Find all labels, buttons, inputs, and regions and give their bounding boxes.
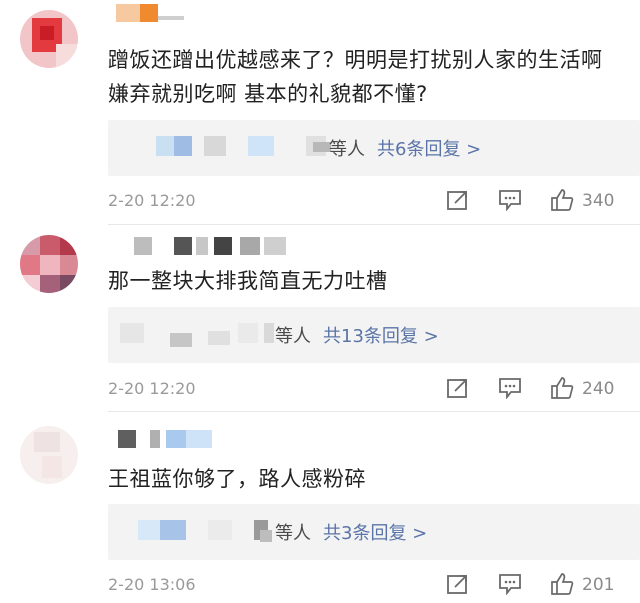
thumbs-up-icon[interactable] — [550, 377, 574, 399]
share-icon[interactable] — [446, 189, 470, 211]
reply-preview[interactable]: 等人 共13条回复 > — [108, 307, 640, 363]
like-count: 340 — [582, 191, 615, 211]
comment-item: 那一整块大排我简直无力吐槽 等人 共13条回复 > 2-20 12:20 240 — [0, 225, 640, 410]
view-replies-link[interactable]: 共3条回复 > — [323, 523, 427, 544]
reply-users-suffix: 等人 — [275, 326, 311, 347]
view-replies-link[interactable]: 共13条回复 > — [323, 326, 439, 347]
comment-time: 2-20 12:20 — [108, 191, 196, 210]
comment-text: 王祖蓝你够了，路人感粉碎 — [108, 467, 366, 491]
reply-preview[interactable]: 等人 共3条回复 > — [108, 504, 640, 560]
comment-item: 蹭饭还蹭出优越感来了？明明是打扰别人家的生活啊 嫌弃就别吃啊 基本的礼貌都不懂?… — [0, 0, 640, 215]
comment-text: 那一整块大排我简直无力吐槽 — [108, 269, 388, 293]
reply-users-suffix: 等人 — [329, 139, 365, 160]
avatar[interactable] — [20, 10, 78, 68]
thumbs-up-icon[interactable] — [550, 573, 574, 595]
comment-time: 2-20 12:20 — [108, 379, 196, 398]
username[interactable] — [110, 430, 240, 452]
share-icon[interactable] — [446, 377, 470, 399]
comment-text: 蹭饭还蹭出优越感来了？明明是打扰别人家的生活啊 嫌弃就别吃啊 基本的礼貌都不懂? — [108, 48, 603, 106]
like-count: 240 — [582, 379, 615, 399]
username[interactable] — [110, 4, 190, 26]
avatar[interactable] — [20, 235, 78, 293]
comment-icon[interactable] — [498, 377, 522, 399]
reply-preview[interactable]: 等人 共6条回复 > — [108, 120, 640, 176]
comment-item: 王祖蓝你够了，路人感粉碎 等人 共3条回复 > 2-20 13:06 201 — [0, 412, 640, 603]
comment-icon[interactable] — [498, 573, 522, 595]
view-replies-link[interactable]: 共6条回复 > — [377, 139, 481, 160]
reply-users-suffix: 等人 — [275, 523, 311, 544]
thumbs-up-icon[interactable] — [550, 189, 574, 211]
comment-icon[interactable] — [498, 189, 522, 211]
share-icon[interactable] — [446, 573, 470, 595]
comment-time: 2-20 13:06 — [108, 575, 196, 594]
username[interactable] — [110, 237, 300, 259]
like-count: 201 — [582, 575, 615, 595]
avatar[interactable] — [20, 426, 78, 484]
